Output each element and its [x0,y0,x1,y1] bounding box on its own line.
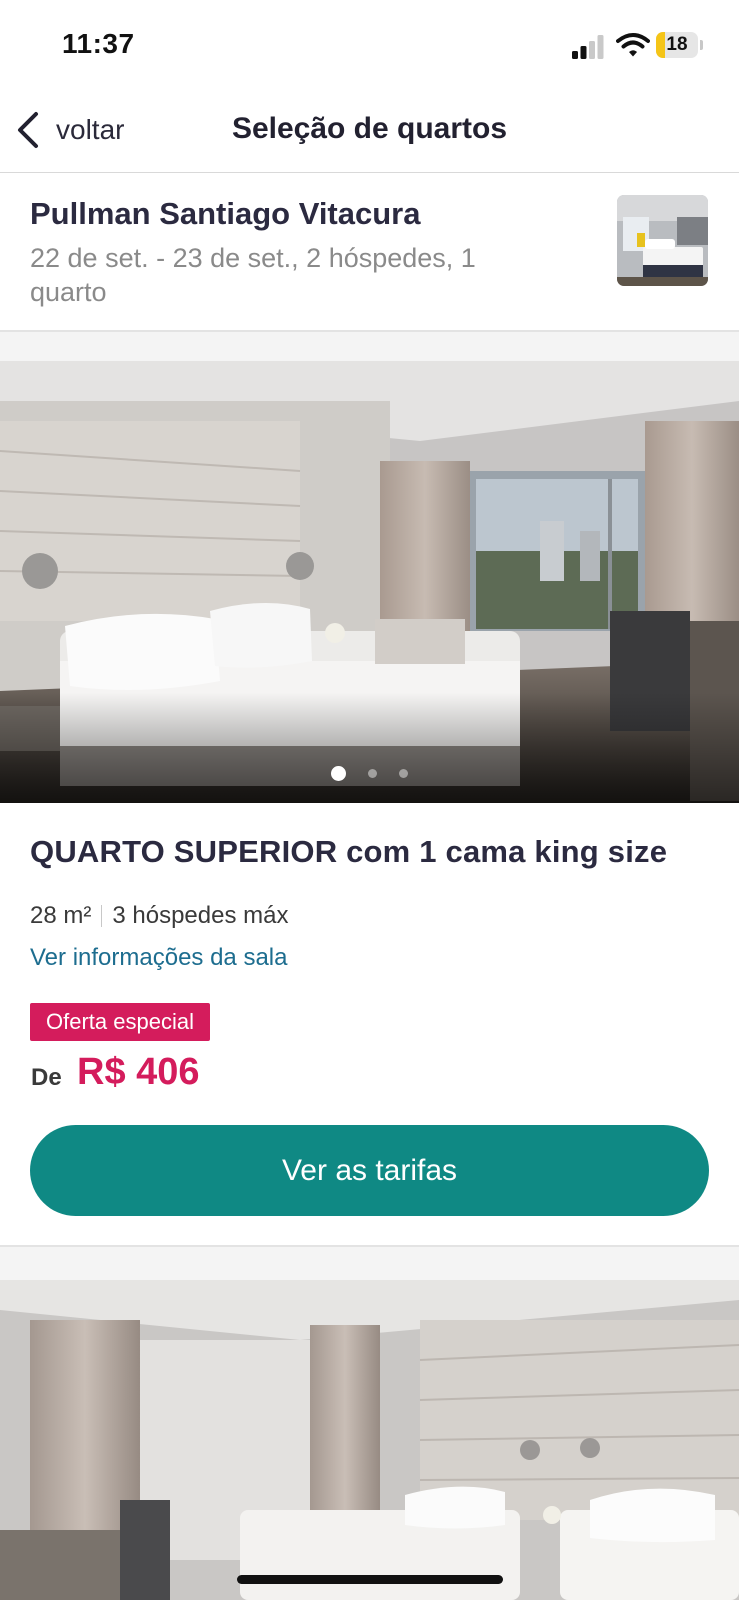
price-prefix: De [31,1064,62,1091]
hotel-room-thumbnail-image [617,195,708,286]
spec-separator [101,905,103,927]
battery-indicator: 18 [656,32,704,58]
view-rates-button[interactable]: Ver as tarifas [30,1125,709,1216]
next-room-photo[interactable] [0,1280,739,1600]
page-title: Seleção de quartos [231,112,508,145]
hotel-name: Pullman Santiago Vitacura [30,196,421,231]
carousel-dot[interactable] [399,769,408,778]
room-photo-carousel[interactable] [0,361,739,803]
home-indicator [237,1575,503,1584]
room-specs: 28 m² 3 hóspedes máx [30,902,288,930]
room-price: R$ 406 [77,1051,200,1093]
carousel-dots [0,766,739,781]
cellular-signal-icon [572,35,604,59]
room-name: QUARTO SUPERIOR com 1 cama king size [30,834,668,869]
room-max-guests: 3 hóspedes máx [112,902,289,929]
hotel-stay-details: 22 de set. - 23 de set., 2 hóspedes, 1 q… [30,243,476,307]
section-gap [0,332,739,361]
room-photo [0,361,739,803]
section-gap [0,1247,739,1280]
battery-level: 18 [666,34,688,55]
carousel-dot[interactable] [331,766,346,781]
special-offer-badge: Oferta especial [30,1003,210,1041]
wifi-icon [616,33,650,57]
carousel-dot[interactable] [368,769,377,778]
status-time: 11:37 [62,28,135,59]
header-divider [0,172,739,173]
room-photo [0,1280,739,1600]
room-size: 28 m² [30,902,92,929]
hotel-thumbnail[interactable] [617,195,708,286]
room-info-link[interactable]: Ver informações da sala [30,944,287,972]
